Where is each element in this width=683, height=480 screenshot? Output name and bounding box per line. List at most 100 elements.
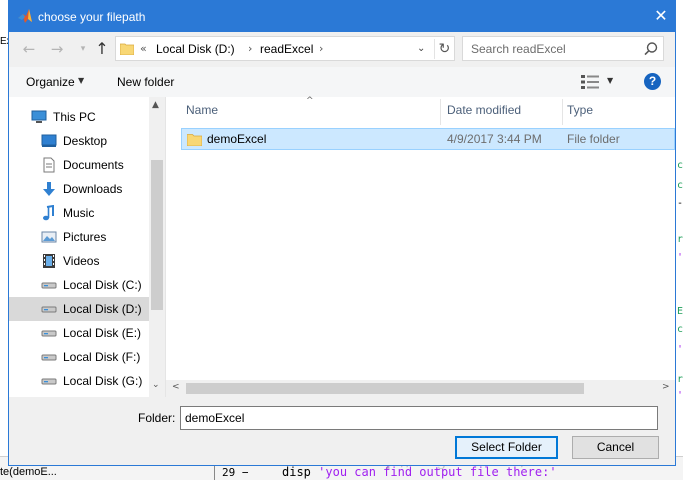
background-code-mark: - xyxy=(677,198,683,209)
folder-icon xyxy=(187,134,202,146)
search-icon[interactable] xyxy=(643,41,659,57)
scroll-up-icon[interactable]: ▲ xyxy=(152,100,159,110)
nav-item-label: Desktop xyxy=(63,134,108,148)
videos-icon xyxy=(43,254,55,268)
nav-item-label: Downloads xyxy=(63,182,123,196)
breadcrumb-overflow[interactable]: « xyxy=(140,42,147,55)
drive-icon xyxy=(41,306,57,313)
organize-caret-icon[interactable]: ▼ xyxy=(78,76,84,85)
scroll-down-icon[interactable]: ⌄ xyxy=(152,380,160,390)
nav-item-label: Music xyxy=(63,206,95,220)
new-folder-button[interactable]: New folder xyxy=(117,75,174,89)
dialog-title: choose your filepath xyxy=(38,10,146,24)
nav-item[interactable]: Videos xyxy=(9,249,149,273)
view-caret-icon[interactable]: ▼ xyxy=(607,76,613,85)
column-separator[interactable] xyxy=(440,99,441,125)
column-header-type[interactable]: Type xyxy=(567,103,593,125)
nav-item[interactable]: Desktop xyxy=(9,129,149,153)
folder-picker-dialog: choose your filepath ✕ ← → ▾ ↑ « Local D… xyxy=(8,0,676,466)
downloads-icon xyxy=(43,182,55,196)
nav-item[interactable]: Local Disk (F:) xyxy=(9,345,149,369)
folder-label: Folder: xyxy=(138,411,176,425)
search-input[interactable] xyxy=(463,37,638,60)
file-row[interactable]: demoExcel 4/9/2017 3:44 PM File folder xyxy=(181,128,675,150)
nav-item-label: Local Disk (G:) xyxy=(63,374,143,388)
organize-menu[interactable]: Organize xyxy=(26,75,75,89)
back-button[interactable]: ← xyxy=(18,39,40,59)
background-code-mark: c xyxy=(677,160,683,171)
desktop-icon xyxy=(41,134,57,147)
background-code-mark: c xyxy=(677,180,683,191)
documents-icon xyxy=(43,157,55,173)
cancel-button[interactable]: Cancel xyxy=(572,436,659,459)
scroll-left-icon[interactable]: < xyxy=(172,382,180,392)
background-code-mark: E xyxy=(677,306,683,317)
file-date-modified: 4/9/2017 3:44 PM xyxy=(447,132,542,146)
background-code-mark: c xyxy=(677,324,683,335)
nav-item-label: Local Disk (D:) xyxy=(63,302,142,316)
background-code-mark: ' xyxy=(677,344,683,355)
file-type: File folder xyxy=(567,132,620,146)
breadcrumb-separator[interactable]: › xyxy=(319,42,323,55)
command-bar: Organize ▼ New folder ▼ ? xyxy=(9,67,675,97)
nav-item-label: Documents xyxy=(63,158,124,172)
nav-item-label: Local Disk (F:) xyxy=(63,350,141,364)
pictures-icon xyxy=(41,231,57,243)
drive-icon xyxy=(41,354,57,361)
nav-item-label: Local Disk (C:) xyxy=(63,278,142,292)
drive-icon xyxy=(41,330,57,337)
file-list: ^ Name Date modified Type demoExcel 4/9/… xyxy=(166,96,675,397)
column-separator[interactable] xyxy=(562,99,563,125)
background-code-mark: ' xyxy=(677,390,683,401)
nav-item-label: Local Disk (E:) xyxy=(63,326,142,340)
forward-button[interactable]: → xyxy=(46,39,68,59)
nav-item[interactable]: Pictures xyxy=(9,225,149,249)
help-icon[interactable]: ? xyxy=(644,73,661,90)
select-folder-button[interactable]: Select Folder xyxy=(455,436,558,459)
nav-item[interactable]: Downloads xyxy=(9,177,149,201)
background-editor-right: c c - r ' Ec ' r ' xyxy=(676,0,683,480)
scroll-right-icon[interactable]: > xyxy=(662,382,670,392)
music-icon xyxy=(43,205,54,221)
sort-ascending-icon: ^ xyxy=(306,96,314,106)
nav-item[interactable]: Local Disk (E:) xyxy=(9,321,149,345)
address-dropdown-button[interactable]: ⌄ xyxy=(417,43,425,54)
breadcrumb-readexcel[interactable]: readExcel xyxy=(260,42,313,56)
file-name: demoExcel xyxy=(207,132,267,146)
search-box xyxy=(462,36,664,61)
folder-field[interactable] xyxy=(180,406,658,430)
column-header-name[interactable]: Name xyxy=(186,103,218,125)
background-code-mark: r xyxy=(677,374,683,385)
close-button[interactable]: ✕ xyxy=(650,6,672,26)
nav-item[interactable]: Local Disk (C:) xyxy=(9,273,149,297)
nav-item-label: Videos xyxy=(63,254,100,268)
navigation-scrollbar[interactable]: ▲ ⌄ xyxy=(149,97,165,397)
nav-item[interactable]: This PC xyxy=(9,105,149,129)
drive-icon xyxy=(41,282,57,289)
horizontal-scrollbar[interactable]: < > xyxy=(166,380,675,397)
folder-icon xyxy=(120,43,134,55)
background-file-tab: te(demoE... xyxy=(0,466,57,478)
background-code-mark: r xyxy=(677,234,683,245)
nav-item[interactable]: Documents xyxy=(9,153,149,177)
view-options-icon[interactable] xyxy=(581,75,599,89)
scroll-thumb[interactable] xyxy=(151,160,163,310)
background-code-mark: ' xyxy=(677,252,683,263)
refresh-button[interactable]: ↻ xyxy=(434,39,454,59)
up-button[interactable]: ↑ xyxy=(91,39,113,59)
breadcrumb-local-disk-d[interactable]: Local Disk (D:) xyxy=(156,42,235,56)
nav-item[interactable]: Local Disk (D:) xyxy=(9,297,149,321)
column-header-date-modified[interactable]: Date modified xyxy=(447,103,521,125)
scroll-thumb[interactable] xyxy=(186,383,584,394)
nav-item[interactable]: Music xyxy=(9,201,149,225)
drive-icon xyxy=(41,378,57,385)
title-bar[interactable]: choose your filepath ✕ xyxy=(9,1,675,32)
breadcrumb-separator[interactable]: › xyxy=(248,42,252,55)
nav-item-label: Pictures xyxy=(63,230,107,244)
background-line-number: 29 − xyxy=(222,466,249,479)
background-code-keyword: disp xyxy=(282,465,311,479)
nav-item[interactable]: Local Disk (G:) xyxy=(9,369,149,393)
matlab-icon xyxy=(18,9,32,23)
address-bar[interactable]: « Local Disk (D:) › readExcel › ⌄ ↻ xyxy=(115,36,455,61)
background-gutter-divider xyxy=(214,466,215,480)
